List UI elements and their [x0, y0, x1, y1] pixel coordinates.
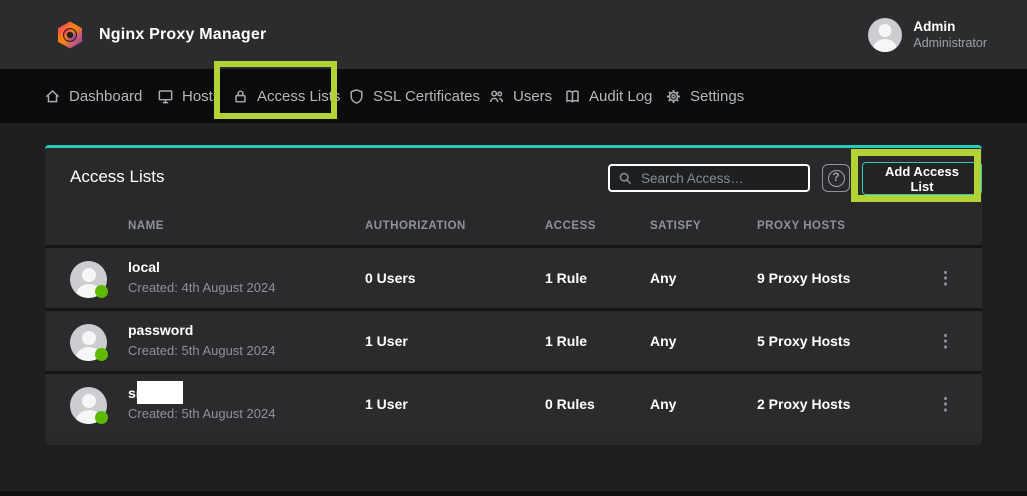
satisfy-value: Any: [650, 270, 676, 286]
search-box: [608, 164, 810, 192]
app-window: Nginx Proxy Manager Admin Administrator …: [0, 0, 1027, 496]
status-dot: [95, 285, 108, 298]
add-access-list-button[interactable]: Add Access List: [862, 162, 982, 195]
access-value: 0 Rules: [545, 396, 595, 412]
created-date: Created: 4th August 2024: [128, 280, 275, 295]
column-header-authorization: AUTHORIZATION: [365, 220, 466, 232]
nav-item-ssl-certificates[interactable]: SSL Certificates: [348, 69, 480, 123]
nav-label: Access Lists: [257, 88, 340, 105]
app-header: Nginx Proxy Manager Admin Administrator: [0, 0, 1027, 69]
row-menu-button[interactable]: ⋮: [931, 266, 960, 291]
table-row: local Created: 4th August 2024 0 Users 1…: [45, 245, 982, 308]
table-body: local Created: 4th August 2024 0 Users 1…: [45, 245, 982, 434]
search-input[interactable]: [641, 171, 800, 186]
proxy-hosts-value: 9 Proxy Hosts: [757, 270, 850, 286]
nav-item-access-lists[interactable]: Access Lists: [232, 69, 340, 123]
status-dot: [95, 348, 108, 361]
table-row: sn Created: 5th August 2024 1 User 0 Rul…: [45, 371, 982, 434]
redacted-name-box: [137, 381, 183, 404]
user-role: Administrator: [913, 36, 987, 50]
home-icon: [44, 88, 61, 105]
nav-label: Audit Log: [589, 88, 652, 105]
gear-icon: [665, 88, 682, 105]
satisfy-value: Any: [650, 333, 676, 349]
shield-icon: [348, 88, 365, 105]
app-title: Nginx Proxy Manager: [99, 26, 266, 44]
panel-title: Access Lists: [70, 167, 164, 187]
column-header-satisfy: SATISFY: [650, 220, 701, 232]
nav-item-settings[interactable]: Settings: [665, 69, 744, 123]
row-avatar: [70, 324, 107, 361]
lock-icon: [232, 88, 249, 105]
search-icon: [618, 171, 633, 186]
user-name: Admin: [913, 19, 987, 34]
help-button[interactable]: ?: [822, 164, 850, 192]
user-avatar: [868, 18, 902, 52]
row-avatar: [70, 387, 107, 424]
users-icon: [488, 88, 505, 105]
table-header: NAME AUTHORIZATION ACCESS SATISFY PROXY …: [45, 208, 982, 245]
access-value: 1 Rule: [545, 270, 587, 286]
column-header-proxy-hosts: PROXY HOSTS: [757, 220, 845, 232]
status-dot: [95, 411, 108, 424]
bottom-edge-strip: [0, 491, 1027, 496]
access-list-name: local: [128, 259, 160, 275]
nav-item-users[interactable]: Users: [488, 69, 552, 123]
nav-label: Settings: [690, 88, 744, 105]
authorization-value: 1 User: [365, 333, 408, 349]
created-date: Created: 5th August 2024: [128, 406, 275, 421]
proxy-hosts-value: 2 Proxy Hosts: [757, 396, 850, 412]
nav-item-audit-log[interactable]: Audit Log: [564, 69, 652, 123]
npm-logo-icon: [55, 20, 85, 50]
nav-label: Dashboard: [69, 88, 142, 105]
row-menu-button[interactable]: ⋮: [931, 392, 960, 417]
row-menu-button[interactable]: ⋮: [931, 329, 960, 354]
satisfy-value: Any: [650, 396, 676, 412]
proxy-hosts-value: 5 Proxy Hosts: [757, 333, 850, 349]
nav-label: SSL Certificates: [373, 88, 480, 105]
authorization-value: 0 Users: [365, 270, 416, 286]
column-header-name: NAME: [128, 220, 164, 232]
monitor-icon: [157, 88, 174, 105]
brand: Nginx Proxy Manager: [55, 20, 266, 50]
nav-label: Hosts: [182, 88, 220, 105]
nav-item-dashboard[interactable]: Dashboard: [44, 69, 142, 123]
main-nav: Dashboard Hosts Access Lists SSL Certifi…: [0, 69, 1027, 123]
access-value: 1 Rule: [545, 333, 587, 349]
user-menu[interactable]: Admin Administrator: [868, 18, 987, 52]
book-icon: [564, 88, 581, 105]
authorization-value: 1 User: [365, 396, 408, 412]
table-row: password Created: 5th August 2024 1 User…: [45, 308, 982, 371]
nav-label: Users: [513, 88, 552, 105]
created-date: Created: 5th August 2024: [128, 343, 275, 358]
access-list-name: password: [128, 322, 193, 338]
access-lists-panel: Access Lists ? Add Access List NAME AUTH…: [45, 145, 982, 445]
row-avatar: [70, 261, 107, 298]
question-icon: ?: [828, 170, 845, 187]
column-header-access: ACCESS: [545, 220, 596, 232]
nav-item-hosts[interactable]: Hosts: [157, 69, 220, 123]
